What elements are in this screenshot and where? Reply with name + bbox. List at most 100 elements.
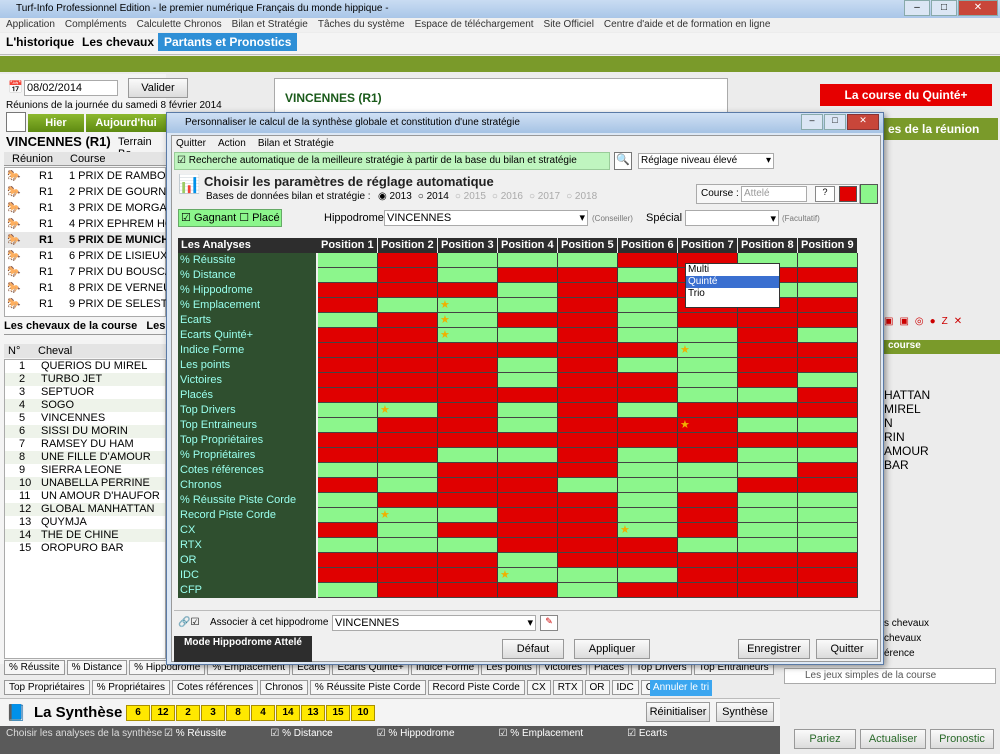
hippodrome-select[interactable]: VINCENNES ▾ [384, 210, 588, 226]
race-row[interactable]: 🐎 R1 4 PRIX EPHREM HO [5, 216, 174, 232]
synthese-number[interactable]: 4 [251, 705, 275, 721]
analysis-label[interactable]: RTX [178, 538, 316, 553]
grid-cell[interactable] [438, 508, 498, 523]
grid-cell[interactable] [438, 568, 498, 583]
grid-cell[interactable] [318, 358, 378, 373]
grid-cell[interactable] [798, 343, 858, 358]
grid-cell[interactable] [378, 523, 438, 538]
grid-cell[interactable] [678, 508, 738, 523]
grid-cell[interactable] [498, 343, 558, 358]
course-select[interactable]: Attelé [741, 186, 807, 202]
grid-cell[interactable] [558, 448, 618, 463]
race-row[interactable]: 🐎 R1 5 PRIX DE MUNICH [5, 232, 169, 248]
analysis-tab[interactable]: % Distance [66, 660, 128, 675]
horse-row[interactable]: 15 OROPURO BAR [5, 542, 165, 555]
grid-cell[interactable] [678, 463, 738, 478]
help-user-icon[interactable]: ? [815, 186, 835, 202]
grid-cell[interactable] [738, 538, 798, 553]
grid-cell[interactable] [798, 313, 858, 328]
red-swatch[interactable] [839, 186, 857, 202]
synthese-number[interactable]: 2 [176, 705, 200, 721]
grid-cell[interactable] [558, 328, 618, 343]
grid-cell[interactable] [318, 298, 378, 313]
grid-cell[interactable] [618, 478, 678, 493]
grid-cell[interactable] [438, 388, 498, 403]
analysis-tab[interactable]: Chronos [260, 680, 308, 695]
menu-item[interactable]: Bilan et Stratégie [232, 18, 308, 32]
grid-cell[interactable] [318, 343, 378, 358]
race-row[interactable]: 🐎 R1 2 PRIX DE GOURNAY [5, 184, 180, 200]
analysis-label[interactable]: Victoires [178, 373, 316, 388]
analysis-check[interactable]: ☑ % Réussite [164, 728, 226, 739]
grid-cell[interactable] [618, 538, 678, 553]
grid-cell[interactable] [558, 358, 618, 373]
year-radio[interactable]: ○ 2017 [529, 191, 560, 202]
enregistrer-button[interactable]: Enregistrer [738, 639, 810, 659]
grid-cell[interactable] [378, 358, 438, 373]
race-row[interactable]: 🐎 R1 3 PRIX DE MORGAT [5, 200, 173, 216]
grid-cell[interactable] [318, 388, 378, 403]
special-select[interactable]: ▾ [685, 210, 779, 226]
horse-row[interactable]: 11 UN AMOUR D'HAUFOR [5, 490, 165, 503]
grid-cell[interactable] [738, 448, 798, 463]
grid-cell[interactable]: ★ [678, 343, 738, 358]
grid-cell[interactable] [738, 493, 798, 508]
grid-cell[interactable] [738, 523, 798, 538]
grid-cell[interactable] [558, 253, 618, 268]
analysis-label[interactable]: Ecarts Quinté+ [178, 328, 316, 343]
menu-item[interactable]: Site Officiel [544, 18, 594, 32]
menu-item[interactable]: Calculette Chronos [137, 18, 222, 32]
analysis-tab[interactable]: Record Piste Corde [427, 680, 525, 695]
grid-cell[interactable] [678, 403, 738, 418]
analysis-check[interactable]: ☑ % Emplacement [499, 728, 584, 739]
grid-cell[interactable] [378, 388, 438, 403]
dialog-minimize[interactable]: – [801, 114, 823, 130]
grid-cell[interactable] [438, 418, 498, 433]
grid-cell[interactable] [438, 373, 498, 388]
synthese-number[interactable]: 12 [151, 705, 175, 721]
grid-cell[interactable] [618, 508, 678, 523]
grid-cell[interactable] [558, 388, 618, 403]
grid-cell[interactable] [798, 583, 858, 598]
horse-row[interactable]: 1 QUERIOS DU MIREL [5, 360, 165, 373]
synthese-number[interactable]: 15 [326, 705, 350, 721]
grid-cell[interactable] [318, 268, 378, 283]
grid-cell[interactable] [798, 283, 858, 298]
synthese-number[interactable]: 3 [201, 705, 225, 721]
maximize-button[interactable]: □ [931, 0, 957, 16]
grid-cell[interactable] [618, 343, 678, 358]
grid-cell[interactable] [498, 463, 558, 478]
grid-cell[interactable] [678, 553, 738, 568]
grid-cell[interactable] [738, 433, 798, 448]
analysis-tab[interactable]: % Réussite [4, 660, 65, 675]
grid-cell[interactable] [798, 328, 858, 343]
grid-cell[interactable] [378, 433, 438, 448]
grid-cell[interactable] [498, 298, 558, 313]
grid-cell[interactable] [738, 388, 798, 403]
grid-cell[interactable] [378, 568, 438, 583]
analysis-tab[interactable]: % Propriétaires [91, 680, 170, 695]
analysis-label[interactable]: OR [178, 553, 316, 568]
analysis-label[interactable]: % Emplacement [178, 298, 316, 313]
analysis-label[interactable]: CX [178, 523, 316, 538]
grid-cell[interactable] [438, 253, 498, 268]
dialog-menu-item[interactable]: Bilan et Stratégie [258, 138, 334, 149]
analysis-tab[interactable]: Cotes références [171, 680, 259, 695]
grid-cell[interactable]: ★ [438, 298, 498, 313]
grid-cell[interactable]: ★ [438, 328, 498, 343]
grid-cell[interactable] [438, 268, 498, 283]
grid-cell[interactable] [618, 268, 678, 283]
grid-cell[interactable] [378, 463, 438, 478]
grid-cell[interactable] [318, 253, 378, 268]
date-input[interactable]: 08/02/2014 [24, 80, 118, 96]
analysis-tab[interactable]: % Réussite Piste Corde [309, 680, 426, 695]
grid-cell[interactable] [558, 538, 618, 553]
quitter-button[interactable]: Quitter [816, 639, 878, 659]
grid-cell[interactable] [558, 343, 618, 358]
menu-item[interactable]: Centre d'aide et de formation en ligne [604, 18, 770, 32]
analysis-check[interactable]: ☑ % Hippodrome [377, 728, 455, 739]
grid-cell[interactable] [498, 328, 558, 343]
defaut-button[interactable]: Défaut [502, 639, 564, 659]
analysis-label[interactable]: Placés [178, 388, 316, 403]
reinitialiser-button[interactable]: Réinitialiser [646, 702, 710, 722]
